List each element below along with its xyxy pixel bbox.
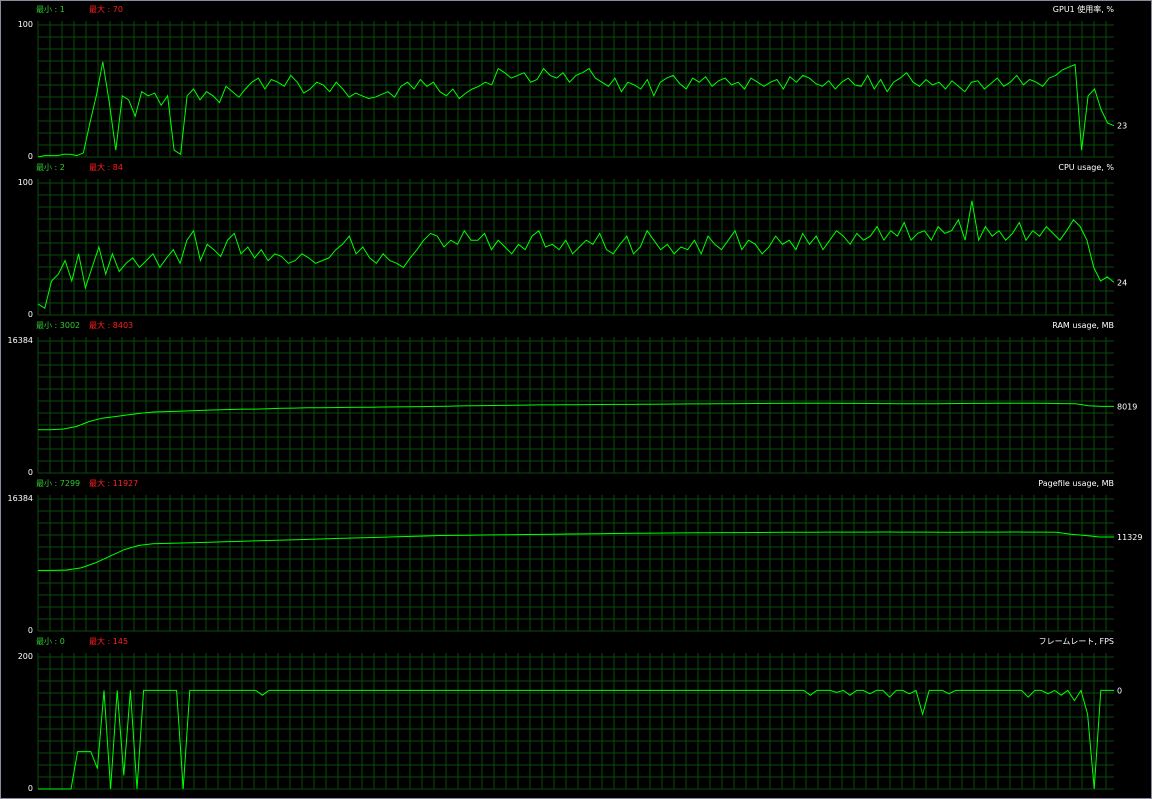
y-max-tick-label: 16384	[8, 336, 33, 345]
current-value-label: 24	[1117, 278, 1127, 287]
min-value-label: 最小 : 7299	[36, 479, 80, 488]
y-min-tick-label: 0	[28, 784, 33, 793]
y-min-tick-label: 0	[28, 152, 33, 161]
series-line	[38, 531, 1114, 571]
max-value-label: 最大 : 145	[89, 636, 128, 646]
monitoring-window: 最小 : 1 最大 : 70 GPU1 使用率, % 100 0 23 最小 : 2 最大 :…	[0, 0, 1152, 799]
current-value-label: 8019	[1117, 402, 1137, 411]
panel-title: GPU1 使用率, %	[1053, 4, 1115, 14]
y-max-tick-label: 100	[18, 178, 33, 187]
panel-title: RAM usage, MB	[1052, 321, 1114, 330]
max-value-label: 最大 : 70	[89, 4, 123, 14]
series-line	[38, 402, 1114, 431]
y-min-tick-label: 0	[28, 626, 33, 635]
y-max-tick-label: 16384	[8, 494, 33, 503]
current-value-label: 11329	[1117, 533, 1142, 542]
current-value-label: 23	[1117, 122, 1127, 131]
monitoring-graphs: 最小 : 1 最大 : 70 GPU1 使用率, % 100 0 23 最小 : 2 最大 :…	[8, 4, 1143, 793]
min-value-label: 最小 : 2	[36, 163, 65, 172]
y-max-tick-label: 100	[18, 20, 33, 29]
min-value-label: 最小 : 0	[36, 637, 65, 646]
max-value-label: 最大 : 8403	[89, 320, 133, 330]
y-min-tick-label: 0	[28, 468, 33, 477]
panel-title: CPU usage, %	[1058, 163, 1114, 172]
min-value-label: 最小 : 1	[36, 5, 65, 14]
panel-title: Pagefile usage, MB	[1038, 479, 1114, 488]
y-min-tick-label: 0	[28, 310, 33, 319]
panel-title: フレームレート, FPS	[1039, 637, 1114, 646]
min-value-label: 最小 : 3002	[36, 321, 80, 330]
y-max-tick-label: 200	[18, 652, 33, 661]
current-value-label: 0	[1117, 686, 1122, 695]
max-value-label: 最大 : 84	[89, 162, 123, 172]
max-value-label: 最大 : 11927	[89, 478, 138, 488]
